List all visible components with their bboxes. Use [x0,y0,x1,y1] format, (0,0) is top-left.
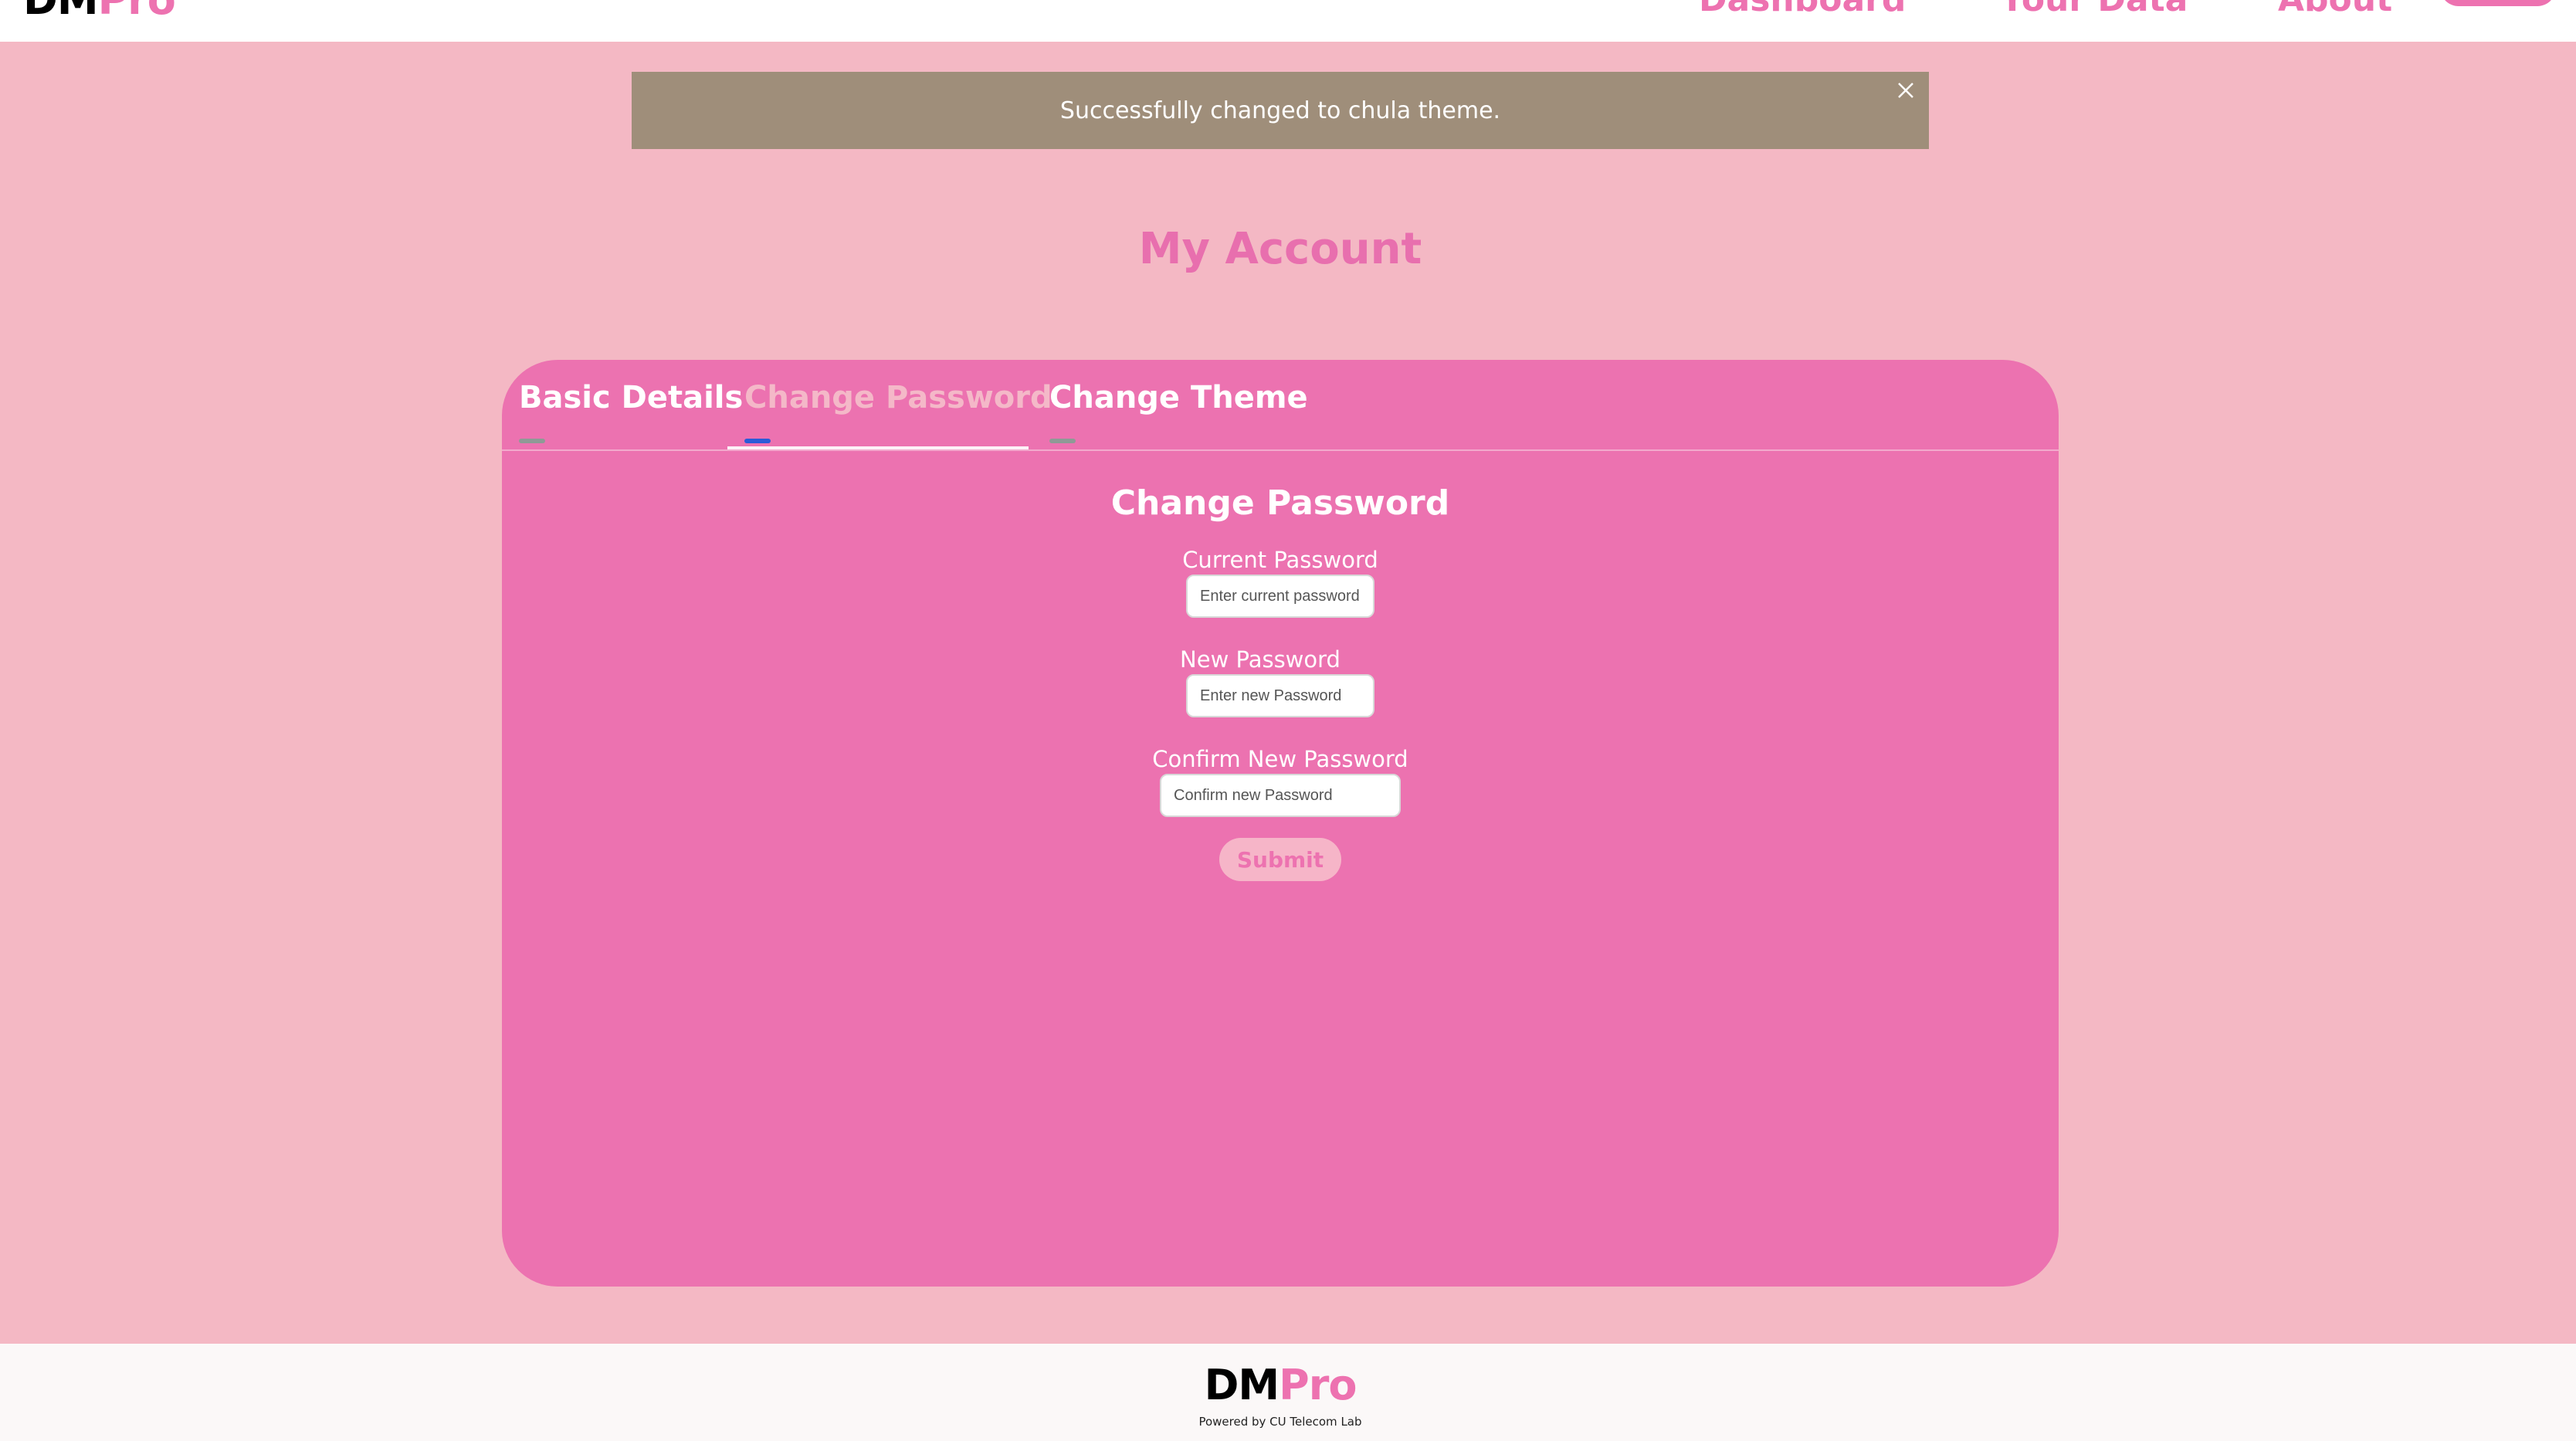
new-password-label: New Password [1180,646,1341,673]
current-password-label: Current Password [1182,547,1378,573]
header-action-button[interactable] [2440,0,2556,6]
tab-basic-details-label: Basic Details [519,380,744,415]
page-title: My Account [1138,224,1422,274]
form-title: Change Password [1110,483,1450,523]
success-toast: Successfully changed to chula theme. [632,72,1929,149]
nav-about-link[interactable]: About [2278,0,2392,23]
logo-dm-text: DM [23,0,99,24]
toast-message: Successfully changed to chula theme. [1059,97,1501,124]
nav-dashboard-link[interactable]: Dashboard [1699,0,1906,23]
tab-indicator [519,439,545,443]
active-tab-underline [727,446,1029,449]
tab-indicator [1049,439,1076,443]
tab-change-password[interactable]: Change Password [744,380,1052,443]
page: DMPro Dashboard Your Data About Successf… [0,0,2576,1441]
tab-basic-details[interactable]: Basic Details [519,380,744,443]
account-card: Basic Details Change Password Change The… [502,360,2059,1287]
logo-pro-text: Pro [98,0,176,24]
footer-logo-dm-text: DM [1204,1361,1280,1409]
current-password-input[interactable] [1186,575,1374,618]
top-header: DMPro Dashboard Your Data About [0,0,2576,42]
tab-change-theme[interactable]: Change Theme [1049,380,1308,443]
tab-bar: Basic Details Change Password Change The… [502,360,2059,451]
footer: DMPro Powered by CU Telecom Lab [0,1344,2576,1441]
submit-button[interactable]: Submit [1219,838,1341,881]
active-tab-indicator [744,439,771,443]
nav-your-data-link[interactable]: Your Data [2000,0,2188,23]
confirm-password-input[interactable] [1160,774,1401,817]
footer-logo: DMPro [0,1361,2561,1409]
confirm-password-label: Confirm New Password [1152,746,1408,772]
tab-change-password-label: Change Password [744,380,1052,415]
close-icon[interactable] [1895,80,1917,101]
powered-by-text: Powered by CU Telecom Lab [1198,1415,1362,1429]
tab-change-theme-label: Change Theme [1049,380,1308,415]
new-password-input[interactable] [1186,674,1374,717]
footer-logo-pro-text: Pro [1279,1361,1357,1409]
header-logo[interactable]: DMPro [23,0,176,24]
